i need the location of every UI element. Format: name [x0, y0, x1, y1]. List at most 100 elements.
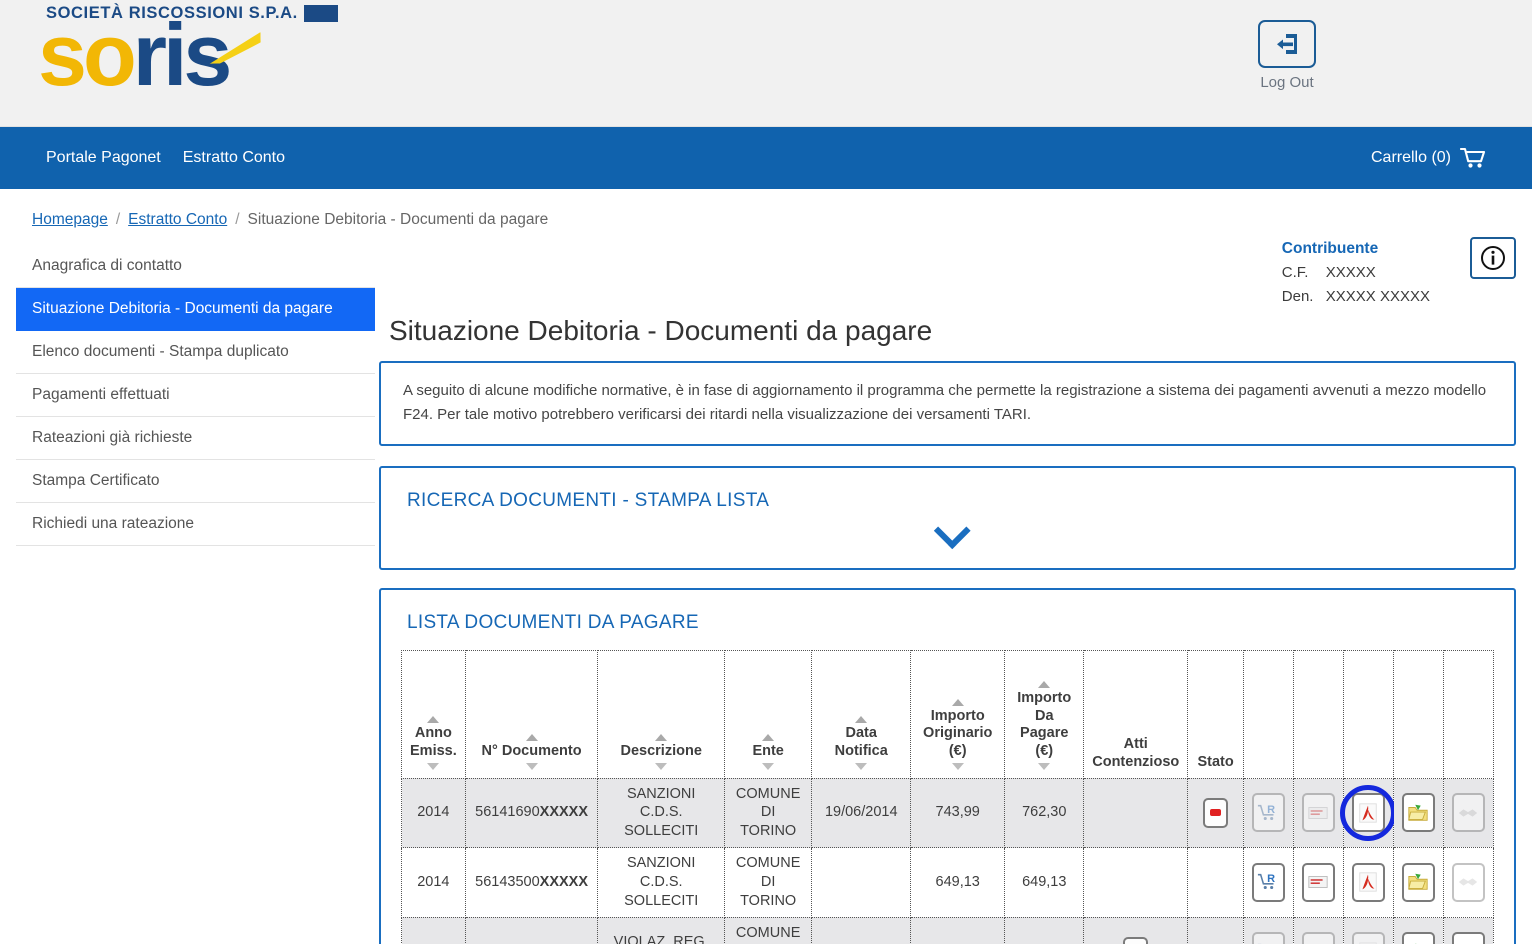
red-bar-icon [1210, 809, 1221, 816]
pdf-button[interactable] [1352, 932, 1385, 944]
folder-button[interactable] [1402, 793, 1435, 832]
table-header-row: Anno Emiss. N° Documento [402, 650, 1494, 778]
page-title: Situazione Debitoria - Documenti da paga… [389, 315, 1524, 347]
cell-cart-action: R [1243, 778, 1293, 848]
sidebar-item-rateazioni-richieste[interactable]: Rateazioni già richieste [16, 417, 375, 460]
cell-pdf-action [1343, 778, 1393, 848]
contributor-cf-value: XXXXX [1326, 261, 1376, 285]
cell-anno: 2014 [402, 848, 466, 918]
sidebar-item-richiedi-rateazione[interactable]: Richiedi una rateazione [16, 503, 375, 546]
sort-asc-icon[interactable] [855, 716, 867, 723]
sort-desc-icon[interactable] [855, 763, 867, 770]
nav-item-estratto-conto[interactable]: Estratto Conto [183, 149, 285, 167]
cell-descrizione: VIOLAZ. REG. COMUN. [598, 917, 725, 944]
cell-bollettino-action [1293, 778, 1343, 848]
logout-label: Log Out [1232, 74, 1342, 91]
sort-asc-icon[interactable] [952, 699, 964, 706]
cell-pdf-action [1343, 917, 1393, 944]
soris-logo[interactable]: SOCIETÀ RISCOSSIONI S.P.A. soris [38, 4, 338, 91]
contributor-den-row: Den. XXXXX XXXXX [1282, 285, 1430, 309]
cell-ente: COMUNE DI TORINO [725, 917, 812, 944]
bollettino-button[interactable] [1302, 863, 1335, 902]
pdf-button[interactable] [1352, 863, 1385, 902]
cell-data-notifica: 30/01/2013 [812, 917, 911, 944]
handshake-icon [1457, 871, 1479, 893]
pdf-button[interactable] [1352, 793, 1385, 832]
contributor-den-value: XXXXX XXXXX [1326, 285, 1430, 309]
add-to-cart-button[interactable]: R [1252, 793, 1285, 832]
folder-icon [1407, 802, 1429, 824]
info-button[interactable] [1470, 237, 1516, 279]
site-header: SOCIETÀ RISCOSSIONI S.P.A. soris Log Out [0, 0, 1532, 127]
cell-folder-action [1393, 917, 1443, 944]
breadcrumb-item-current: Situazione Debitoria - Documenti da paga… [248, 211, 549, 229]
sidebar-item-pagamenti-effettuati[interactable]: Pagamenti effettuati [16, 374, 375, 417]
add-to-cart-button[interactable]: R [1252, 932, 1285, 944]
column-header-pdf [1343, 650, 1393, 778]
sort-desc-icon[interactable] [762, 763, 774, 770]
table-body: 2014 56141690XXXXX SANZIONI C.D.S. SOLLE… [402, 778, 1494, 944]
sort-asc-icon[interactable] [1038, 681, 1050, 688]
logout-area[interactable]: Log Out [1232, 20, 1342, 91]
sort-desc-icon[interactable] [1038, 763, 1050, 770]
column-header-importo-da-pagare[interactable]: Importo Da Pagare (€) [1005, 650, 1084, 778]
column-header-descrizione[interactable]: Descrizione [598, 650, 725, 778]
sort-asc-icon[interactable] [655, 734, 667, 741]
cell-documento: 56141690XXXXX [465, 778, 598, 848]
column-header-importo-originario[interactable]: Importo Originario (€) [911, 650, 1005, 778]
sidebar-item-stampa-certificato[interactable]: Stampa Certificato [16, 460, 375, 503]
sidebar-item-anagrafica[interactable]: Anagrafica di contatto [16, 245, 375, 288]
column-label-n-documento: N° Documento [482, 743, 582, 761]
cell-importo-da-pagare: 762,30 [1005, 778, 1084, 848]
sort-desc-icon[interactable] [655, 763, 667, 770]
cell-stato [1188, 778, 1244, 848]
bollettino-button[interactable] [1302, 793, 1335, 832]
cell-stato [1188, 848, 1244, 918]
sort-asc-icon[interactable] [762, 734, 774, 741]
cell-atti-contenzioso [1084, 848, 1188, 918]
contributor-panel: Contribuente C.F. XXXXX Den. XXXXX XXXXX [1282, 237, 1516, 309]
sort-asc-icon[interactable] [526, 734, 538, 741]
sidebar-item-situazione-debitoria[interactable]: Situazione Debitoria - Documenti da paga… [16, 288, 375, 331]
cart-label: Carrello (0) [1371, 149, 1451, 167]
folder-button[interactable] [1402, 932, 1435, 944]
breadcrumb-item-homepage[interactable]: Homepage [32, 211, 108, 229]
cell-handshake-action [1443, 848, 1493, 918]
folder-button[interactable] [1402, 863, 1435, 902]
column-header-n-documento[interactable]: N° Documento [465, 650, 598, 778]
search-panel: RICERCA DOCUMENTI - STAMPA LISTA [379, 466, 1516, 570]
search-panel-expander[interactable] [381, 512, 1514, 568]
column-header-ente[interactable]: Ente [725, 650, 812, 778]
add-to-cart-icon: R [1257, 871, 1279, 893]
handshake-button[interactable] [1452, 863, 1485, 902]
documents-table-wrapper: Anno Emiss. N° Documento [381, 650, 1514, 944]
handshake-button[interactable] [1452, 932, 1485, 944]
column-label-stato: Stato [1197, 754, 1233, 772]
sort-desc-icon[interactable] [427, 763, 439, 770]
logout-button[interactable] [1258, 20, 1316, 68]
sidebar-item-elenco-documenti[interactable]: Elenco documenti - Stampa duplicato [16, 331, 375, 374]
contributor-details: Contribuente C.F. XXXXX Den. XXXXX XXXXX [1282, 237, 1430, 309]
sort-desc-icon[interactable] [952, 763, 964, 770]
breadcrumb-item-estratto-conto[interactable]: Estratto Conto [128, 211, 227, 229]
sort-asc-icon[interactable] [427, 716, 439, 723]
search-panel-title: RICERCA DOCUMENTI - STAMPA LISTA [381, 468, 1514, 512]
cart-button[interactable]: Carrello (0) [1371, 147, 1486, 169]
sort-desc-icon[interactable] [526, 763, 538, 770]
logo-wordmark: soris [38, 19, 338, 91]
contributor-den-label: Den. [1282, 285, 1316, 309]
contributor-cf-row: C.F. XXXXX [1282, 261, 1430, 285]
chevron-down-icon [933, 512, 970, 549]
cell-bollettino-action [1293, 848, 1343, 918]
nav-item-portale-pagonet[interactable]: Portale Pagonet [46, 149, 161, 167]
main-content: Contribuente C.F. XXXXX Den. XXXXX XXXXX… [375, 245, 1532, 944]
column-header-anno-emiss[interactable]: Anno Emiss. [402, 650, 466, 778]
cell-bollettino-action [1293, 917, 1343, 944]
add-to-cart-button[interactable]: R [1252, 863, 1285, 902]
cell-atti-contenzioso [1084, 778, 1188, 848]
bollettino-button[interactable] [1302, 932, 1335, 944]
column-label-descrizione: Descrizione [621, 743, 702, 761]
handshake-button[interactable] [1452, 793, 1485, 832]
cell-anno: 2014 [402, 778, 466, 848]
column-header-data-notifica[interactable]: Data Notifica [812, 650, 911, 778]
